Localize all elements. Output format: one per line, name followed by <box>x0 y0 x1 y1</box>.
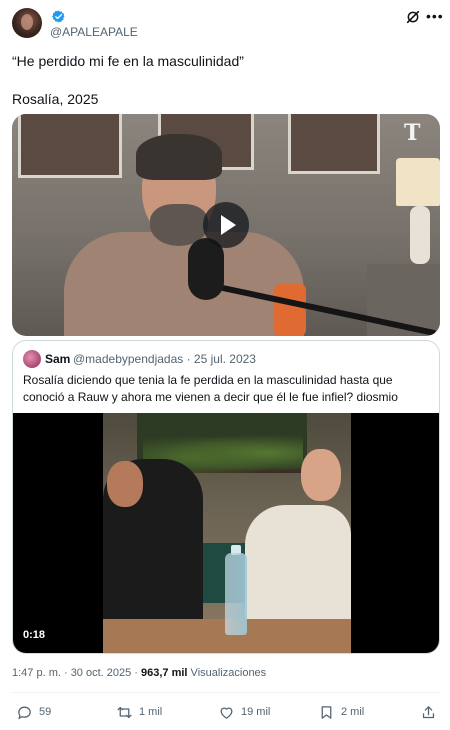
quoted-video[interactable]: 0:18 <box>13 413 439 653</box>
lamp-base <box>410 206 430 264</box>
views-label: Visualizaciones <box>187 667 267 679</box>
repost-button[interactable]: 1 mil <box>116 702 162 722</box>
views-count: 963,7 mil <box>141 667 188 679</box>
bookmark-button[interactable]: 2 mil <box>318 702 364 722</box>
play-icon[interactable] <box>203 202 249 248</box>
wall-frame <box>18 114 122 178</box>
reply-count: 59 <box>39 706 52 718</box>
wall-frame <box>288 114 380 174</box>
quoted-name[interactable]: Sam <box>45 352 70 366</box>
chair <box>274 284 306 336</box>
bookmark-count: 2 mil <box>341 706 365 718</box>
more-icon[interactable]: ••• <box>426 8 443 24</box>
speaker-shirt <box>64 232 304 336</box>
video-scene <box>103 413 351 653</box>
quoted-meta: @madebypendjadas · 25 jul. 2023 <box>73 352 256 366</box>
like-button[interactable]: 19 mil <box>218 702 270 722</box>
quoted-text: Rosalía diciendo que tenia la fe perdida… <box>23 373 398 404</box>
video-duration: 0:18 <box>23 629 46 641</box>
reply-icon <box>18 706 31 719</box>
grok-icon[interactable] <box>405 9 421 25</box>
author-handle[interactable]: @APALEAPALE <box>50 25 138 39</box>
author-avatar[interactable] <box>12 8 42 38</box>
tweet-text: “He perdido mi fe en la masculinidad” Ro… <box>12 53 244 107</box>
person-right-face <box>301 449 341 501</box>
repost-icon <box>117 706 132 718</box>
divider <box>12 692 440 693</box>
person-left-face <box>107 461 143 507</box>
action-bar: 59 1 mil 19 mil 2 mil <box>12 702 440 724</box>
like-icon <box>220 707 233 719</box>
share-button[interactable] <box>420 702 437 722</box>
quoted-tweet[interactable]: Sam @madebypendjadas · 25 jul. 2023 Rosa… <box>12 340 440 654</box>
quoted-avatar[interactable] <box>23 350 41 368</box>
share-icon <box>422 705 435 718</box>
bookmark-icon <box>321 705 332 719</box>
verified-badge-icon <box>52 10 65 23</box>
reply-button[interactable]: 59 <box>16 702 51 722</box>
like-count: 19 mil <box>241 706 271 718</box>
lamp <box>396 158 440 206</box>
tweet-time[interactable]: 1:47 p. m. · 30 oct. 2025 · <box>12 667 141 679</box>
tweet-timestamp: 1:47 p. m. · 30 oct. 2025 · 963,7 mil Vi… <box>12 667 266 679</box>
water-bottle <box>225 553 247 635</box>
tweet-video[interactable]: T <box>12 114 440 336</box>
repost-count: 1 mil <box>139 706 163 718</box>
nyt-logo: T <box>404 120 421 146</box>
tweet-header: @APALEAPALE ••• <box>12 8 443 44</box>
speaker-hair <box>136 134 222 180</box>
microphone <box>188 238 224 300</box>
